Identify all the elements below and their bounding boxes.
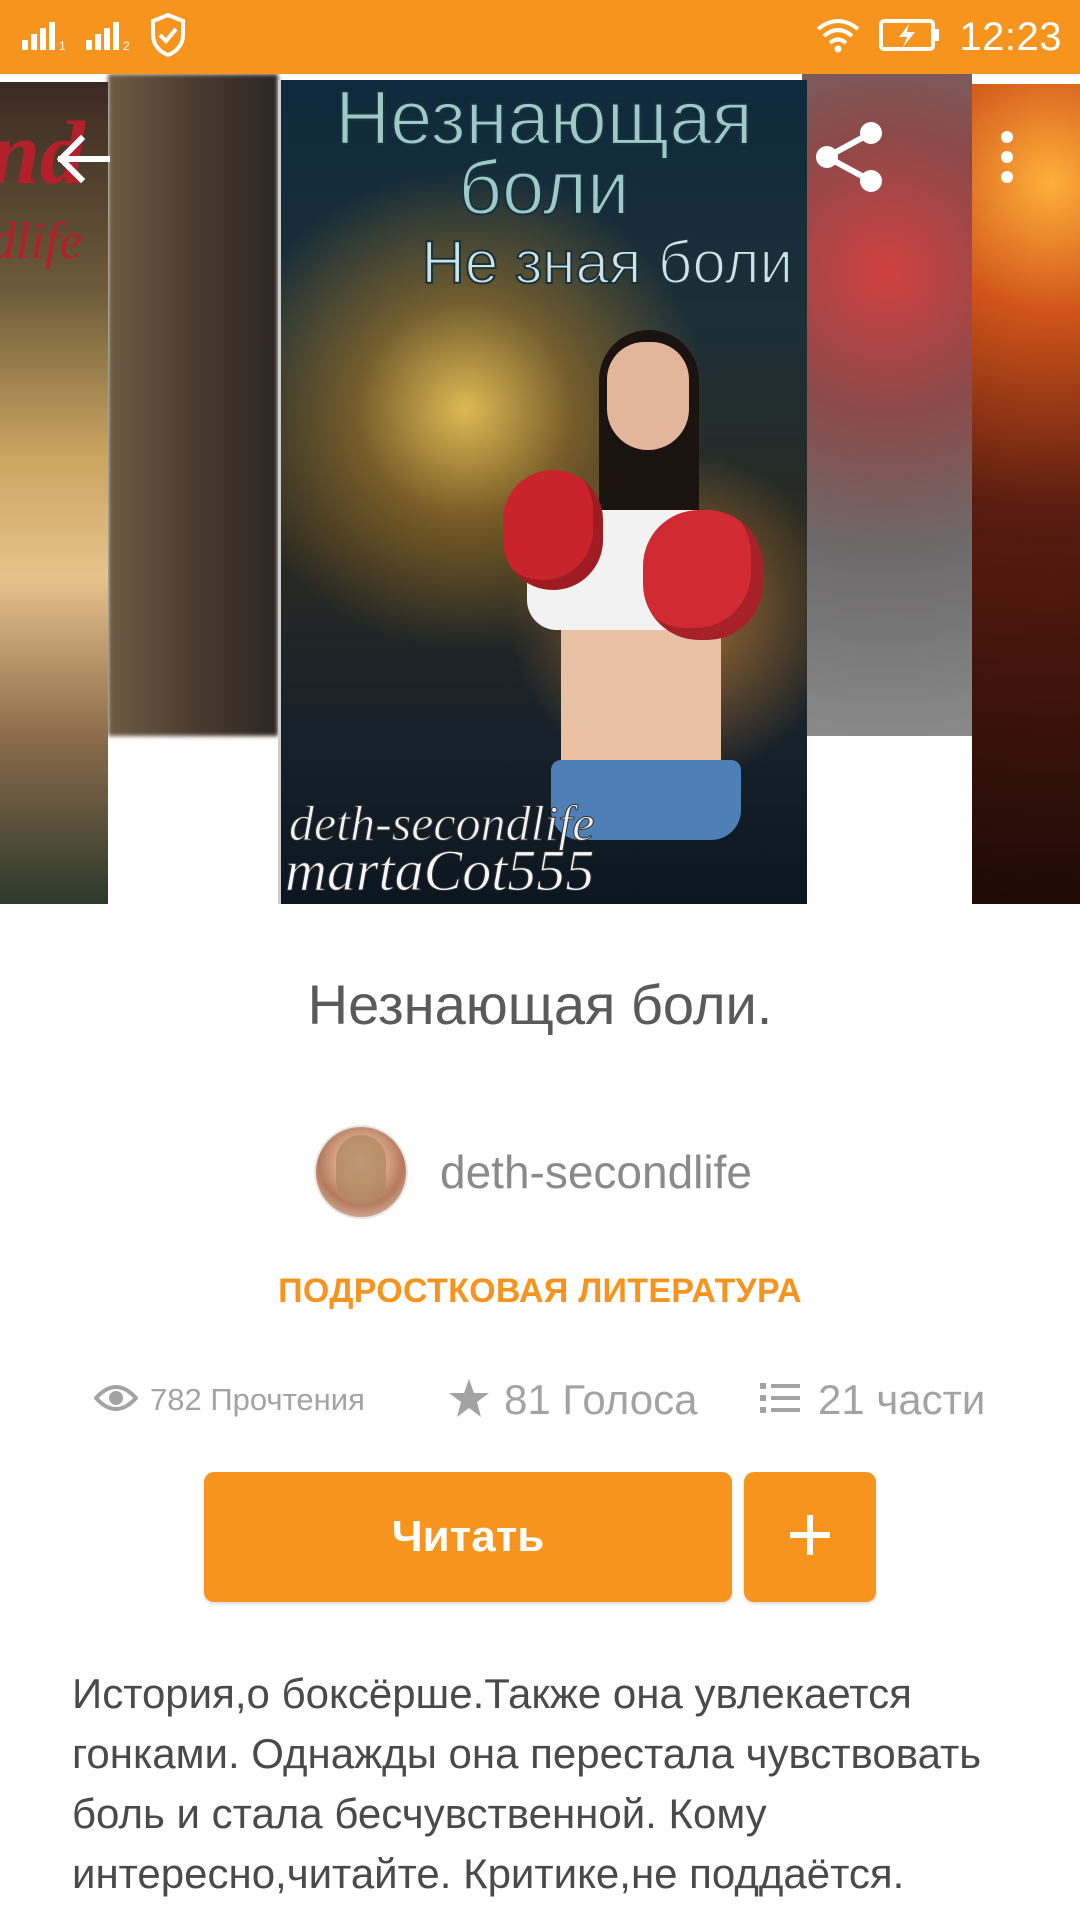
votes-count: 81 Голоса — [504, 1376, 698, 1423]
boxing-glove-right — [643, 510, 763, 640]
back-button[interactable] — [38, 116, 128, 206]
avatar[interactable] — [314, 1125, 408, 1219]
story-stats: 782 Прочтения 81 Голоса 21 части — [0, 1370, 1080, 1430]
cover-figure-face — [607, 342, 689, 450]
wifi-icon — [815, 17, 861, 58]
reads-stat: 782 Прочтения — [93, 1370, 365, 1430]
cover-backdrop-left — [108, 74, 278, 736]
status-bar: 1 2 12:23 — [0, 0, 1080, 74]
cover-title: Незнающая боли — [281, 80, 807, 231]
add-to-library-button[interactable] — [744, 1472, 876, 1602]
status-right: 12:23 — [815, 14, 1062, 60]
cover-carousel[interactable]: nd dlife Незнающая боли Не зная боли det… — [0, 74, 1080, 904]
cover-title-line1: Незнающая — [334, 80, 754, 161]
eye-icon — [93, 1382, 139, 1419]
status-left: 1 2 — [22, 12, 186, 62]
shield-check-icon — [150, 12, 186, 62]
more-options-button[interactable] — [962, 114, 1052, 204]
votes-stat: 81 Голоса — [448, 1370, 697, 1430]
category-link[interactable]: ПОДРОСТКОВАЯ ЛИТЕРАТУРА — [0, 1272, 1080, 1311]
signal-sim1-icon: 1 — [22, 18, 70, 57]
cover-prev-text-2: dlife — [0, 213, 83, 270]
cover-title-line2: боли — [458, 146, 631, 231]
more-vert-icon — [997, 129, 1017, 190]
story-title: Незнающая боли. — [307, 973, 773, 1036]
plus-icon — [788, 1513, 832, 1562]
author-link[interactable]: deth-secondlife — [314, 1125, 752, 1219]
reads-count: 782 Прочтения — [150, 1382, 365, 1417]
star-icon — [448, 1378, 490, 1423]
cover-subtitle: Не зная боли — [421, 228, 794, 297]
sim2-label: 2 — [123, 39, 130, 52]
cover-current[interactable]: Незнающая боли Не зная боли deth-secondl… — [278, 80, 807, 904]
list-icon — [760, 1381, 800, 1420]
share-icon — [813, 119, 889, 200]
back-arrow-icon — [55, 133, 111, 190]
share-button[interactable] — [806, 114, 896, 204]
cover-author-line2: martaCot555 — [284, 838, 595, 904]
sim1-label: 1 — [59, 39, 66, 52]
story-description: История,о боксёрше.Также она увлекается … — [72, 1670, 982, 1897]
battery-charging-icon — [879, 18, 941, 57]
author-name[interactable]: deth-secondlife — [440, 1145, 752, 1199]
parts-stat: 21 части — [760, 1370, 985, 1430]
parts-count: 21 части — [818, 1376, 986, 1423]
read-button[interactable]: Читать — [204, 1472, 732, 1602]
signal-sim2-icon: 2 — [86, 18, 134, 57]
avatar-hair — [336, 1135, 386, 1205]
status-clock: 12:23 — [959, 14, 1062, 59]
cover-next[interactable] — [972, 84, 1080, 904]
boxing-glove-left — [503, 470, 603, 590]
